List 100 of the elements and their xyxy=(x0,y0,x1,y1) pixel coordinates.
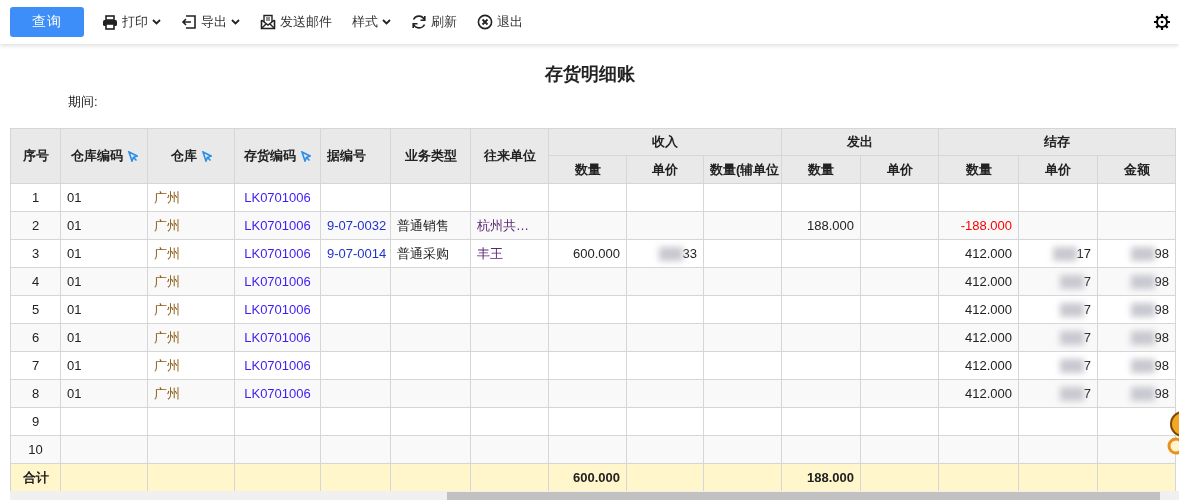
column-group-header: 收入 xyxy=(548,128,782,156)
table-cell xyxy=(320,435,391,464)
item-code-link[interactable]: LK0701006 xyxy=(234,211,321,240)
table-cell-text: 98 xyxy=(1154,245,1169,261)
table-cell-text: 98 xyxy=(1154,329,1169,345)
table-cell-text: 98 xyxy=(1154,357,1169,373)
scrollbar-thumb[interactable] xyxy=(447,492,1160,500)
blur-mask xyxy=(1130,303,1155,318)
table-cell xyxy=(320,407,391,436)
table-cell-text: 7 xyxy=(1083,385,1091,401)
item-code-link[interactable]: LK0701006 xyxy=(234,323,321,352)
table-cell: 广州 xyxy=(147,183,235,212)
table-cell: 01 xyxy=(60,239,148,268)
column-header: 往来单位 xyxy=(470,128,549,184)
document-link[interactable]: 9-07-0032 xyxy=(320,211,391,240)
floating-widget-icon[interactable] xyxy=(1165,410,1179,456)
table-cell: 广州 xyxy=(147,239,235,268)
column-header: 仓库编码 xyxy=(70,148,123,163)
column-header: 数量 xyxy=(781,155,861,184)
table-cell xyxy=(320,463,391,492)
column-group-header: 发出 xyxy=(781,128,939,156)
table-cell: 01 xyxy=(60,323,148,352)
column-header: 金额 xyxy=(1097,155,1176,184)
table-cell: 3 xyxy=(10,239,61,268)
column-header: 数量 xyxy=(938,155,1019,184)
document-link[interactable]: 9-07-0014 xyxy=(320,239,391,268)
pin-icon[interactable] xyxy=(300,151,311,162)
table-cell: 普通销售 xyxy=(390,211,471,240)
table-cell-text: 98 xyxy=(1154,301,1169,317)
table-cell xyxy=(320,323,391,352)
toolbar-button[interactable]: 打印 xyxy=(96,9,167,35)
column-header: 仓库 xyxy=(170,148,197,163)
table-cell: 10 xyxy=(10,435,61,464)
table-cell: 412.000 xyxy=(938,323,1019,352)
table-cell: 01 xyxy=(60,351,148,380)
column-header: 数量(辅单位 xyxy=(703,155,782,184)
printer-icon xyxy=(102,14,118,30)
refresh-icon xyxy=(411,14,427,30)
table-cell-text: 98 xyxy=(1154,385,1169,401)
table-cell-text: 7 xyxy=(1083,301,1091,317)
blur-mask xyxy=(1130,387,1155,402)
table-cell: 412.000 xyxy=(938,295,1019,324)
blur-mask xyxy=(1130,359,1155,374)
table-cell: 5 xyxy=(10,295,61,324)
blur-mask xyxy=(1130,331,1155,346)
table-cell-text: 33 xyxy=(682,245,697,261)
table-cell: 杭州共… xyxy=(470,211,549,240)
item-code-link[interactable]: LK0701006 xyxy=(234,183,321,212)
table-cell: 01 xyxy=(60,295,148,324)
blur-mask xyxy=(1059,275,1084,290)
table-cell: 2 xyxy=(10,211,61,240)
column-header: 单价 xyxy=(626,155,704,184)
item-code-link[interactable]: LK0701006 xyxy=(234,267,321,296)
blur-mask xyxy=(1130,247,1155,262)
table-cell: 1 xyxy=(10,183,61,212)
table-cell: 412.000 xyxy=(938,351,1019,380)
table-cell: 广州 xyxy=(147,211,235,240)
item-code-link[interactable]: LK0701006 xyxy=(234,295,321,324)
column-header: 据编号 xyxy=(320,128,391,184)
table-cell: 7 xyxy=(10,351,61,380)
table-cell: 188.000 xyxy=(781,211,861,240)
column-header: 序号 xyxy=(10,128,61,184)
item-code-link[interactable]: LK0701006 xyxy=(234,239,321,268)
table-cell xyxy=(320,351,391,380)
table-cell: 广州 xyxy=(147,267,235,296)
settings-icon[interactable] xyxy=(1153,13,1171,31)
toolbar-button[interactable]: 发送邮件 xyxy=(254,9,338,35)
blur-mask xyxy=(1059,359,1084,374)
pin-icon[interactable] xyxy=(200,151,212,162)
table-cell xyxy=(320,379,391,408)
column-header: 单价 xyxy=(1018,155,1098,184)
toolbar-button[interactable]: 导出 xyxy=(175,9,246,35)
caret-icon xyxy=(231,19,240,25)
table-cell: 01 xyxy=(60,267,148,296)
table-cell: 广州 xyxy=(147,323,235,352)
blur-mask xyxy=(1052,247,1077,262)
toolbar-button[interactable]: 退出 xyxy=(471,9,529,35)
item-code-link[interactable]: LK0701006 xyxy=(234,379,321,408)
caret-icon xyxy=(382,19,391,25)
table-cell: 广州 xyxy=(147,351,235,380)
table-cell: 412.000 xyxy=(938,379,1019,408)
table-cell: 01 xyxy=(60,379,148,408)
period-label: 期间: xyxy=(68,94,98,109)
blur-mask xyxy=(1059,387,1084,402)
column-group-header: 结存 xyxy=(938,128,1176,156)
horizontal-scrollbar[interactable] xyxy=(10,491,1179,500)
table-cell-text: 17 xyxy=(1076,245,1091,261)
table-cell: 01 xyxy=(60,183,148,212)
table-cell: 8 xyxy=(10,379,61,408)
toolbar-button[interactable]: 刷新 xyxy=(405,9,463,35)
item-code-link[interactable]: LK0701006 xyxy=(234,351,321,380)
table-cell xyxy=(320,267,391,296)
pin-icon[interactable] xyxy=(126,151,138,162)
table-cell: 广州 xyxy=(147,379,235,408)
table-cell: 4 xyxy=(10,267,61,296)
table-cell-text: 7 xyxy=(1083,357,1091,373)
mail-icon xyxy=(260,14,276,30)
report-title: 存货明细账 xyxy=(544,64,635,84)
close-icon xyxy=(477,14,493,30)
toolbar-button[interactable]: 样式 xyxy=(346,9,397,35)
